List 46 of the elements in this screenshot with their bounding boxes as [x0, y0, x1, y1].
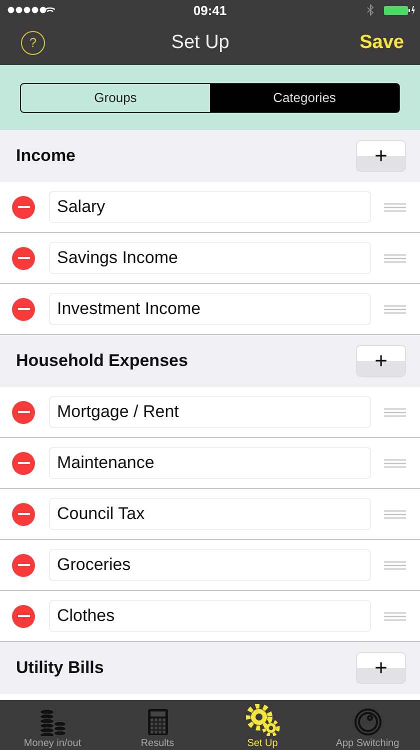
power-dial-icon	[354, 708, 382, 736]
delete-icon[interactable]	[12, 554, 35, 576]
name-field[interactable]: Maintenance	[49, 447, 371, 479]
delete-icon[interactable]	[12, 196, 35, 218]
delete-icon[interactable]	[12, 604, 35, 628]
delete-icon[interactable]	[12, 298, 35, 320]
delete-icon[interactable]	[12, 246, 35, 270]
name-field[interactable]: Investment Income	[49, 293, 371, 325]
add-button[interactable]: +	[357, 346, 405, 376]
name-field[interactable]: Clothes	[49, 600, 371, 632]
tab-bar-item[interactable]: Money in/out	[0, 700, 105, 750]
add-button[interactable]: +	[357, 141, 405, 171]
tab-bar-item[interactable]: Set Up	[210, 700, 315, 750]
segment-tab[interactable]: Groups	[21, 84, 210, 112]
drag-handle-icon[interactable]	[384, 304, 406, 314]
add-button[interactable]: +	[357, 653, 405, 683]
drag-handle-icon[interactable]	[384, 458, 406, 468]
coins-icon	[38, 709, 66, 736]
name-field[interactable]: Groceries	[49, 549, 371, 581]
screen-title: Set Up	[171, 32, 230, 54]
name-field[interactable]: Savings Income	[49, 242, 371, 274]
gears-icon	[246, 704, 280, 736]
drag-handle-icon[interactable]	[384, 560, 406, 570]
battery-icon	[384, 4, 416, 16]
drag-handle-icon[interactable]	[384, 510, 406, 518]
name-field[interactable]: Mortgage / Rent	[49, 396, 371, 428]
bluetooth-icon	[367, 4, 374, 16]
signal-icon	[7, 6, 55, 14]
section-title: Household Expenses	[16, 351, 188, 371]
save-button[interactable]: Save	[356, 32, 408, 54]
calculator-icon	[146, 708, 168, 736]
drag-handle-icon[interactable]	[384, 612, 406, 620]
name-field[interactable]: Salary	[49, 191, 371, 223]
tab-bar-item[interactable]: App Switching	[315, 700, 420, 750]
name-field[interactable]: Council Tax	[49, 498, 371, 530]
delete-icon[interactable]	[12, 400, 35, 424]
drag-handle-icon[interactable]	[384, 254, 406, 262]
drag-handle-icon[interactable]	[384, 202, 406, 212]
delete-icon[interactable]	[12, 502, 35, 526]
help-button[interactable]: ?	[21, 30, 45, 54]
delete-icon[interactable]	[12, 452, 35, 474]
status-time: 09:41	[192, 2, 228, 18]
tab-bar-item[interactable]: Results	[105, 700, 210, 750]
section-title: Utility Bills	[16, 658, 104, 678]
drag-handle-icon[interactable]	[384, 408, 406, 416]
section-title: Income	[16, 146, 76, 166]
